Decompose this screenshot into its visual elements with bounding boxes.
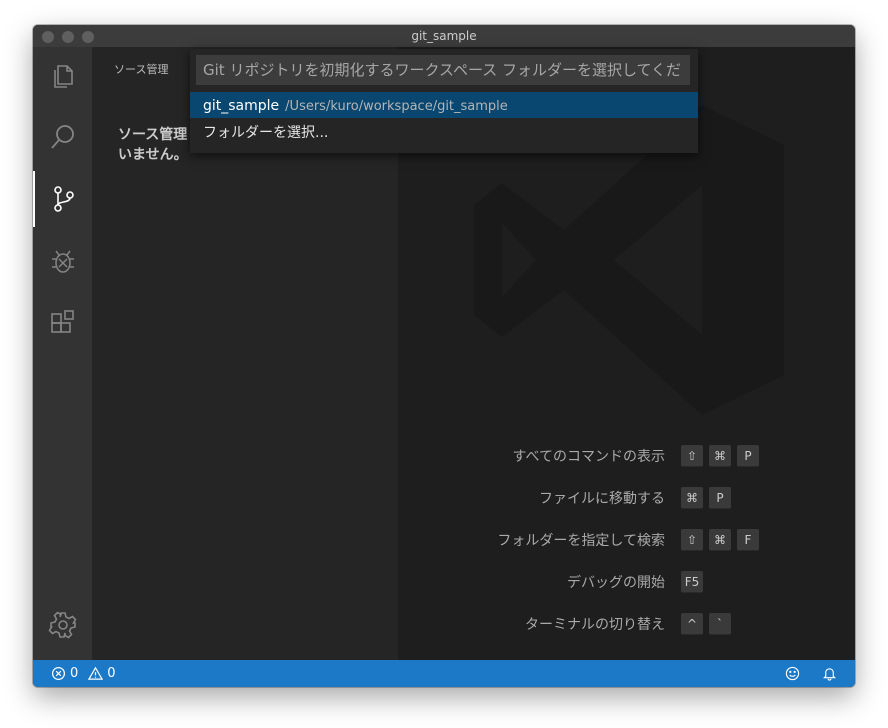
source-control-icon — [53, 186, 74, 212]
workspace-folder-picker: git_sample/Users/kuro/workspace/git_samp… — [190, 49, 698, 153]
key-cap: ⌘ — [709, 529, 731, 551]
picker-item-label: フォルダーを選択... — [203, 125, 329, 141]
debug-button[interactable] — [33, 233, 92, 289]
status-bar: 0 0 — [33, 660, 855, 687]
key-cap: ` — [709, 613, 731, 635]
bell-icon[interactable] — [822, 666, 837, 681]
picker-item-git-sample[interactable]: git_sample/Users/kuro/workspace/git_samp… — [190, 92, 698, 118]
key-cap: ^ — [681, 613, 703, 635]
key-cap: ⇧ — [681, 529, 703, 551]
shortcut-label: フォルダーを指定して検索 — [497, 533, 665, 549]
shortcut-keys: ⇧ ⌘ F — [681, 529, 759, 551]
search-button[interactable] — [33, 109, 92, 165]
key-cap: ⌘ — [681, 487, 703, 509]
extensions-button[interactable] — [33, 295, 92, 351]
search-icon — [50, 125, 74, 149]
activity-bar — [33, 47, 92, 660]
shortcut-row[interactable]: すべてのコマンドの表示 ⇧ ⌘ P — [398, 445, 855, 487]
status-right-group — [785, 660, 837, 687]
key-cap: P — [737, 445, 759, 467]
key-cap: F — [737, 529, 759, 551]
close-window-button[interactable] — [42, 31, 54, 43]
title-bar: git_sample — [33, 25, 855, 47]
key-cap: P — [709, 487, 731, 509]
vscode-window: git_sample ソース管理 ソース管理 いません。 すべてのコマンドの表示… — [33, 25, 855, 687]
smiley-icon[interactable] — [785, 666, 800, 681]
key-cap: ⇧ — [681, 445, 703, 467]
key-cap: F5 — [681, 571, 703, 593]
shortcut-keys: ⇧ ⌘ P — [681, 445, 759, 467]
shortcut-keys: F5 — [681, 571, 703, 593]
error-count: 0 — [70, 666, 79, 681]
shortcut-label: デバッグの開始 — [567, 575, 665, 591]
settings-button[interactable] — [33, 597, 92, 653]
gear-icon — [48, 611, 76, 639]
explorer-button[interactable] — [33, 47, 92, 103]
source-control-button[interactable] — [33, 171, 92, 227]
folder-picker-input[interactable] — [196, 55, 690, 85]
sidebar-title: ソース管理 — [114, 63, 169, 76]
shortcut-label: ファイルに移動する — [539, 491, 665, 507]
window-title: git_sample — [411, 29, 477, 43]
problems-indicator[interactable]: 0 0 — [51, 660, 116, 687]
picker-item-choose-folder[interactable]: フォルダーを選択... — [190, 119, 698, 145]
debug-icon — [51, 250, 74, 273]
zoom-window-button[interactable] — [82, 31, 94, 43]
shortcut-row[interactable]: フォルダーを指定して検索 ⇧ ⌘ F — [398, 529, 855, 571]
warning-count: 0 — [107, 666, 116, 681]
shortcut-label: すべてのコマンドの表示 — [512, 449, 665, 465]
shortcut-row[interactable]: ファイルに移動する ⌘ P — [398, 487, 855, 529]
picker-item-path: /Users/kuro/workspace/git_sample — [285, 99, 508, 114]
minimize-window-button[interactable] — [62, 31, 74, 43]
warning-icon — [88, 666, 104, 680]
files-icon — [53, 65, 73, 88]
shortcut-keys: ⌘ P — [681, 487, 731, 509]
shortcut-label: ターミナルの切り替え — [525, 617, 665, 633]
shortcut-keys: ^ ` — [681, 613, 731, 635]
extensions-icon — [50, 310, 74, 333]
picker-item-label: git_sample — [203, 98, 280, 114]
shortcut-row[interactable]: デバッグの開始 F5 — [398, 571, 855, 613]
error-icon — [51, 666, 66, 681]
shortcut-row[interactable]: ターミナルの切り替え ^ ` — [398, 613, 855, 655]
key-cap: ⌘ — [709, 445, 731, 467]
